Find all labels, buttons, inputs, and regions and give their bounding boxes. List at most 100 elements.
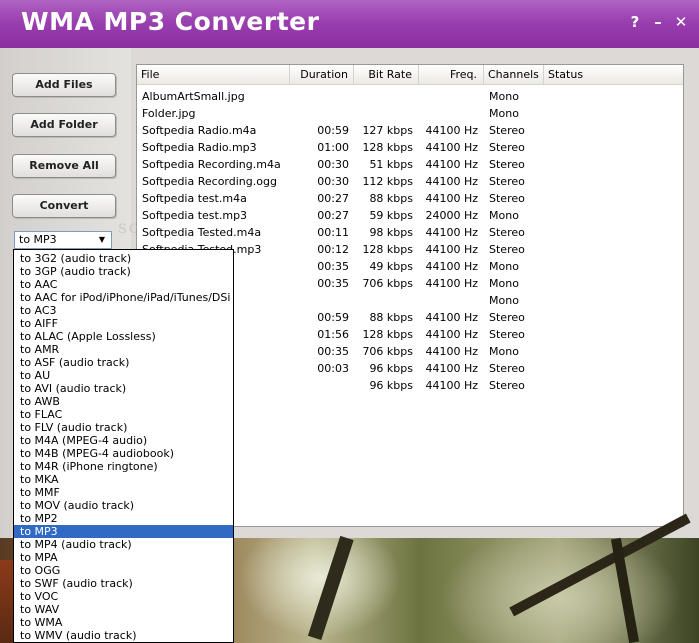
cell-status: [549, 173, 609, 190]
dropdown-option[interactable]: to MP3: [14, 525, 233, 538]
table-row[interactable]: Softpedia Tested.m4a 00:11 98 kbps 44100 Hz…: [137, 224, 683, 241]
cell-status: [549, 88, 609, 105]
dropdown-option[interactable]: to AIFF: [14, 317, 233, 330]
cell-bitrate: [353, 292, 413, 309]
add-folder-button[interactable]: Add Folder: [12, 113, 116, 137]
cell-file: Softpedia test.mp3: [142, 209, 248, 222]
cell-status: [549, 190, 609, 207]
cell-duration: 00:59: [317, 124, 349, 137]
cell-channels: Mono: [489, 345, 519, 358]
cell-duration: 00:35: [317, 345, 349, 358]
dropdown-option[interactable]: to MMF: [14, 486, 233, 499]
close-button[interactable]: ✕: [673, 13, 689, 31]
cell-status: [549, 275, 609, 292]
table-row[interactable]: Softpedia Radio.m4a 00:59 127 kbps 44100 Hz…: [137, 122, 683, 139]
dropdown-option[interactable]: to ALAC (Apple Lossless): [14, 330, 233, 343]
table-row[interactable]: Softpedia Recording.ogg 00:30 112 kbps 4410…: [137, 173, 683, 190]
cell-channels: Stereo: [489, 328, 525, 341]
cell-file: Softpedia Radio.mp3: [142, 141, 257, 154]
column-header-file[interactable]: File: [137, 65, 290, 85]
cell-bitrate: 127 kbps: [362, 124, 413, 137]
dropdown-option[interactable]: to VOC: [14, 590, 233, 603]
dropdown-option[interactable]: to MKA: [14, 473, 233, 486]
dropdown-option[interactable]: to AMR: [14, 343, 233, 356]
cell-status: [549, 258, 609, 275]
cell-status: [549, 241, 609, 258]
output-format-dropdown[interactable]: to 3G2 (audio track) to 3GP (audio track)…: [13, 249, 234, 643]
column-header-duration[interactable]: Duration: [290, 65, 354, 85]
dropdown-option[interactable]: to M4A (MPEG-4 audio): [14, 434, 233, 447]
cell-channels: Stereo: [489, 362, 525, 375]
dropdown-option[interactable]: to MP2: [14, 512, 233, 525]
dropdown-option[interactable]: to SWF (audio track): [14, 577, 233, 590]
cell-status: [549, 343, 609, 360]
cell-freq: 44100 Hz: [425, 141, 478, 154]
cell-file: Folder.jpg: [142, 107, 196, 120]
cell-duration: 00:11: [317, 226, 349, 239]
cell-freq: 44100 Hz: [425, 311, 478, 324]
column-header-freq[interactable]: Freq.: [419, 65, 484, 85]
cell-freq: 44100 Hz: [425, 362, 478, 375]
cell-duration: 00:03: [317, 362, 349, 375]
table-row[interactable]: AlbumArtSmall.jpg Mono: [137, 88, 683, 105]
cell-freq: [418, 105, 478, 122]
dropdown-option[interactable]: to FLAC: [14, 408, 233, 421]
dropdown-option[interactable]: to AAC for iPod/iPhone/iPad/iTunes/DSi: [14, 291, 233, 304]
dropdown-option[interactable]: to AAC: [14, 278, 233, 291]
title-bar: WMA MP3 Converter ? – ✕: [0, 0, 699, 48]
chevron-down-icon[interactable]: ▼: [95, 233, 109, 247]
dropdown-option[interactable]: to AVI (audio track): [14, 382, 233, 395]
dropdown-option[interactable]: to 3G2 (audio track): [14, 252, 233, 265]
cell-bitrate: 51 kbps: [369, 158, 413, 171]
table-row[interactable]: Softpedia Recording.m4a 00:30 51 kbps 44100…: [137, 156, 683, 173]
remove-all-button[interactable]: Remove All: [12, 154, 116, 178]
cell-freq: 44100 Hz: [425, 345, 478, 358]
cell-bitrate: 59 kbps: [369, 209, 413, 222]
table-row[interactable]: Softpedia test.m4a 00:27 88 kbps 44100 Hz St…: [137, 190, 683, 207]
cell-channels: Stereo: [489, 192, 525, 205]
dropdown-option[interactable]: to M4B (MPEG-4 audiobook): [14, 447, 233, 460]
minimize-button[interactable]: –: [650, 13, 666, 31]
dropdown-option[interactable]: to WMA: [14, 616, 233, 629]
column-header-bitrate[interactable]: Bit Rate: [354, 65, 419, 85]
dropdown-option[interactable]: to AC3: [14, 304, 233, 317]
cell-file: AlbumArtSmall.jpg: [142, 90, 245, 103]
dropdown-option[interactable]: to MPA: [14, 551, 233, 564]
table-row[interactable]: Softpedia Radio.mp3 01:00 128 kbps 44100 Hz…: [137, 139, 683, 156]
dropdown-option[interactable]: to WMV (audio track): [14, 629, 233, 642]
add-files-button[interactable]: Add Files: [12, 73, 116, 97]
cell-channels: Stereo: [489, 141, 525, 154]
dropdown-option[interactable]: to AWB: [14, 395, 233, 408]
dropdown-option[interactable]: to WAV: [14, 603, 233, 616]
help-button[interactable]: ?: [627, 13, 643, 31]
column-header-channels[interactable]: Channels: [484, 65, 544, 85]
dropdown-option[interactable]: to ASF (audio track): [14, 356, 233, 369]
dropdown-option[interactable]: to FLV (audio track): [14, 421, 233, 434]
cell-channels: Stereo: [489, 311, 525, 324]
cell-bitrate: 98 kbps: [369, 226, 413, 239]
cell-duration: 00:27: [317, 192, 349, 205]
dropdown-option[interactable]: to AU: [14, 369, 233, 382]
table-row[interactable]: Folder.jpg Mono: [137, 105, 683, 122]
dropdown-option[interactable]: to MOV (audio track): [14, 499, 233, 512]
output-format-select[interactable]: to MP3 ▼: [14, 231, 112, 249]
file-list-header: File Duration Bit Rate Freq. Channels St…: [137, 65, 683, 85]
cell-bitrate: 128 kbps: [362, 243, 413, 256]
cell-freq: 44100 Hz: [425, 124, 478, 137]
cell-file: Softpedia Radio.m4a: [142, 124, 257, 137]
cell-status: [549, 292, 609, 309]
cell-freq: 44100 Hz: [425, 328, 478, 341]
cell-channels: Stereo: [489, 379, 525, 392]
convert-button[interactable]: Convert: [12, 194, 116, 218]
dropdown-option[interactable]: to 3GP (audio track): [14, 265, 233, 278]
dropdown-option[interactable]: to M4R (iPhone ringtone): [14, 460, 233, 473]
cell-status: [549, 224, 609, 241]
dropdown-option[interactable]: to OGG: [14, 564, 233, 577]
table-row[interactable]: Softpedia test.mp3 00:27 59 kbps 24000 Hz Mo…: [137, 207, 683, 224]
dropdown-option[interactable]: to MP4 (audio track): [14, 538, 233, 551]
cell-bitrate: 88 kbps: [369, 192, 413, 205]
cell-status: [549, 207, 609, 224]
cell-freq: 44100 Hz: [425, 379, 478, 392]
cell-bitrate: 96 kbps: [369, 362, 413, 375]
column-header-status[interactable]: Status: [544, 65, 683, 85]
